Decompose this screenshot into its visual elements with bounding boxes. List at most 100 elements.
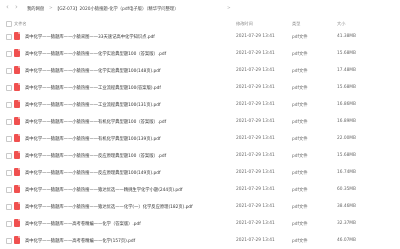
- file-row[interactable]: 高中化学——猿题库——小猿热搜——反应原理典型题100（答案版）.pdf 2021…: [0, 147, 400, 164]
- row-checkbox[interactable]: [6, 119, 12, 125]
- file-size: 16.89MB: [337, 119, 356, 124]
- file-row[interactable]: 高中化学——猿题库——小猿热搜——化学实验典型题100(148页).pdf 202…: [0, 62, 400, 79]
- pdf-file-icon: [14, 31, 20, 40]
- file-name[interactable]: 高中化学——猿题库——小猿热搜——工业流程典型题100(答案版).pdf: [25, 85, 161, 91]
- file-size: 32.37MB: [337, 221, 356, 226]
- file-list-header: 文件名 修改时间 类型 大小: [0, 18, 400, 28]
- file-row[interactable]: 高中化学——猿题库——小猿热搜——工业流程典型题100(答案版).pdf 2021…: [0, 79, 400, 96]
- pdf-file-icon: [14, 201, 20, 210]
- file-modified: 2021-07-29 13:41: [236, 238, 275, 243]
- file-name[interactable]: 高中化学——猿题库——小猿采图——33天速记高中化学知识点.pdf: [25, 34, 155, 40]
- breadcrumb-root[interactable]: 我的网盘: [27, 6, 44, 12]
- file-row[interactable]: 高中化学——猿题库——小猿采图——33天速记高中化学知识点.pdf 2021-07…: [0, 28, 400, 45]
- breadcrumb-separator: >: [227, 6, 231, 11]
- file-modified: 2021-07-29 13:41: [236, 187, 275, 192]
- file-type: pdf文件: [292, 86, 308, 91]
- file-name[interactable]: 高中化学——猿题库——小猿热搜——反应原理典型题100(149页).pdf: [25, 170, 161, 176]
- column-header-name[interactable]: 文件名: [14, 21, 27, 27]
- file-modified: 2021-07-29 13:41: [236, 170, 275, 175]
- column-header-size[interactable]: 大小: [337, 21, 345, 27]
- row-checkbox[interactable]: [6, 187, 12, 193]
- row-checkbox[interactable]: [6, 204, 12, 210]
- file-size: 22.00MB: [337, 136, 356, 141]
- file-row[interactable]: 高中化学——猿题库——小猿热搜——猿达优选——化学(一）化学反应原理(182页)…: [0, 198, 400, 215]
- breadcrumb-separator: >: [49, 6, 53, 11]
- file-name[interactable]: 高中化学——猿题库——小猿热搜——有机化学典型题100（答案版）.pdf: [25, 119, 166, 125]
- pdf-file-icon: [14, 218, 20, 227]
- file-row[interactable]: 高中化学——猿题库——小猿热搜——有机化学典型题100（答案版）.pdf 2021…: [0, 113, 400, 130]
- file-size: 15.68MB: [337, 153, 356, 158]
- file-row[interactable]: 高中化学——猿题库——小猿热搜——反应原理典型题100(149页).pdf 202…: [0, 164, 400, 181]
- file-row[interactable]: 高中化学——猿题库——小猿热搜——猿达优选——精挑生学化学小题(244页).pd…: [0, 181, 400, 198]
- pdf-file-icon: [14, 99, 20, 108]
- file-modified: 2021-07-29 13:41: [236, 102, 275, 107]
- pdf-file-icon: [14, 235, 20, 244]
- file-type: pdf文件: [292, 137, 308, 142]
- file-name[interactable]: 高中化学——猿题库——小猿热搜——猿达优选——精挑生学化学小题(244页).pd…: [25, 187, 182, 193]
- column-header-type[interactable]: 类型: [292, 21, 300, 27]
- file-row[interactable]: 高中化学——猿题库——小猿热搜——工业流程典型题100(131页).pdf 202…: [0, 96, 400, 113]
- file-size: 17.48MB: [337, 68, 356, 73]
- file-size: 15.68MB: [337, 85, 356, 90]
- row-checkbox[interactable]: [6, 153, 12, 159]
- back-arrow-icon[interactable]: ‹: [6, 4, 9, 11]
- row-checkbox[interactable]: [6, 68, 12, 74]
- file-row[interactable]: 高中化学——猿题库——高考卷精编——化学（答案版）.pdf 2021-07-29 …: [0, 215, 400, 232]
- file-type: pdf文件: [292, 154, 308, 159]
- file-type: pdf文件: [292, 103, 308, 108]
- pdf-file-icon: [14, 48, 20, 57]
- file-type: pdf文件: [292, 239, 308, 244]
- pdf-file-icon: [14, 82, 20, 91]
- file-name[interactable]: 高中化学——猿题库——高考卷精编——化学（答案版）.pdf: [25, 221, 141, 227]
- file-type: pdf文件: [292, 69, 308, 74]
- file-name[interactable]: 高中化学——猿题库——小猿热搜——有机化学典型题100(139页).pdf: [25, 136, 161, 142]
- pdf-file-icon: [14, 184, 20, 193]
- file-name[interactable]: 高中化学——猿题库——小猿热搜——化学实验典型题100(148页).pdf: [25, 68, 161, 74]
- file-size: 46.07MB: [337, 238, 356, 243]
- file-type: pdf文件: [292, 205, 308, 210]
- file-modified: 2021-07-29 13:41: [236, 34, 275, 39]
- file-modified: 2021-07-29 13:41: [236, 221, 275, 226]
- column-header-modified[interactable]: 修改时间: [236, 21, 253, 27]
- file-name[interactable]: 高中化学——猿题库——高考卷精编——化学(157页).pdf: [25, 238, 135, 244]
- row-checkbox[interactable]: [6, 51, 12, 57]
- row-checkbox[interactable]: [6, 238, 12, 244]
- file-type: pdf文件: [292, 188, 308, 193]
- row-checkbox[interactable]: [6, 85, 12, 91]
- row-checkbox[interactable]: [6, 136, 12, 142]
- pdf-file-icon: [14, 116, 20, 125]
- file-row[interactable]: 高中化学——猿题库——小猿热搜——有机化学典型题100(139页).pdf 202…: [0, 130, 400, 147]
- row-checkbox[interactable]: [6, 34, 12, 40]
- file-modified: 2021-07-29 13:41: [236, 85, 275, 90]
- file-size: 16.74MB: [337, 170, 356, 175]
- file-size: 60.35MB: [337, 187, 356, 192]
- breadcrumb-current-folder[interactable]: 【GZ-073】2020小猿搜题-化学（pdf电子版）（精华学问整理）: [55, 6, 179, 12]
- file-name[interactable]: 高中化学——猿题库——小猿热搜——猿达优选——化学(一）化学反应原理(182页)…: [25, 204, 193, 210]
- file-modified: 2021-07-29 13:41: [236, 204, 275, 209]
- file-name[interactable]: 高中化学——猿题库——小猿热搜——化学实验典型题100（答案版）.pdf: [25, 51, 166, 57]
- file-name[interactable]: 高中化学——猿题库——小猿热搜——反应原理典型题100（答案版）.pdf: [25, 153, 166, 159]
- file-type: pdf文件: [292, 222, 308, 227]
- file-modified: 2021-07-29 13:41: [236, 136, 275, 141]
- pdf-file-icon: [14, 150, 20, 159]
- file-type: pdf文件: [292, 35, 308, 40]
- pdf-file-icon: [14, 167, 20, 176]
- file-modified: 2021-07-29 13:41: [236, 68, 275, 73]
- file-name[interactable]: 高中化学——猿题库——小猿热搜——工业流程典型题100(131页).pdf: [25, 102, 161, 108]
- breadcrumb-bar: ‹ › 我的网盘 > 【GZ-073】2020小猿搜题-化学（pdf电子版）（精…: [0, 0, 400, 18]
- file-modified: 2021-07-29 13:41: [236, 119, 275, 124]
- pdf-file-icon: [14, 65, 20, 74]
- file-size: 41.38MB: [337, 34, 356, 39]
- select-all-checkbox[interactable]: [6, 20, 12, 27]
- file-size: 16.86MB: [337, 102, 356, 107]
- row-checkbox[interactable]: [6, 221, 12, 227]
- file-row[interactable]: 高中化学——猿题库——小猿热搜——化学实验典型题100（答案版）.pdf 2021…: [0, 45, 400, 62]
- row-checkbox[interactable]: [6, 170, 12, 176]
- file-type: pdf文件: [292, 171, 308, 176]
- row-checkbox[interactable]: [6, 102, 12, 108]
- file-modified: 2021-07-29 13:41: [236, 153, 275, 158]
- file-type: pdf文件: [292, 120, 308, 125]
- file-row[interactable]: 高中化学——猿题库——高考卷精编——化学(157页).pdf 2021-07-29…: [0, 232, 400, 249]
- forward-arrow-icon[interactable]: ›: [15, 4, 18, 11]
- pdf-file-icon: [14, 133, 20, 142]
